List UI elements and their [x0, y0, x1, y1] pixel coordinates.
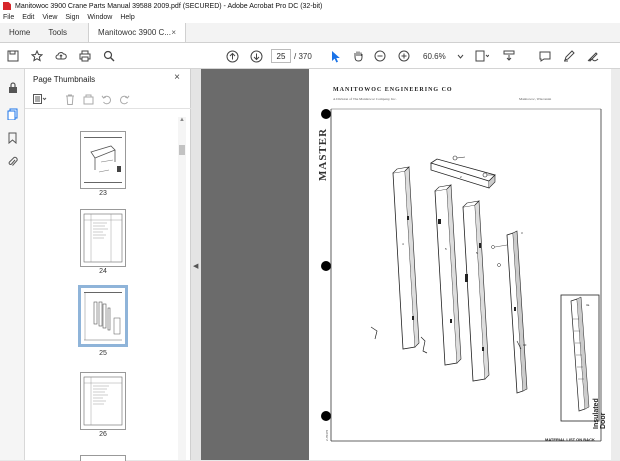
- scroll-thumb[interactable]: [179, 145, 185, 155]
- hand-tool-icon[interactable]: [352, 48, 364, 64]
- scroll-mode-icon[interactable]: [502, 48, 518, 64]
- menu-view[interactable]: View: [42, 14, 57, 21]
- page-count: / 370: [294, 51, 312, 61]
- side-title: Insulated Door: [593, 398, 607, 429]
- thumbnails-scrollbar[interactable]: ▲: [178, 117, 186, 460]
- bookmark-star-icon[interactable]: [30, 48, 44, 64]
- fit-page-icon[interactable]: [474, 48, 490, 64]
- panel-toolbar: [25, 89, 191, 109]
- page-thumbnail[interactable]: [80, 209, 126, 267]
- zoom-level[interactable]: 60.6%: [423, 49, 455, 63]
- zoom-out-icon[interactable]: [374, 48, 386, 64]
- svg-text:3: 3: [521, 231, 523, 235]
- acrobat-icon: [3, 2, 11, 10]
- zoom-in-icon[interactable]: [398, 48, 410, 64]
- panel-close-icon[interactable]: ×: [174, 72, 180, 83]
- scroll-up-arrow-icon[interactable]: ▲: [178, 117, 186, 125]
- thumbnail-label: 23: [99, 190, 107, 197]
- search-icon[interactable]: [102, 48, 116, 64]
- tab-bar: Home Tools Manitowoc 3900 C... ×: [0, 23, 620, 43]
- window-title: Manitowoc 3900 Crane Parts Manual 39588 …: [15, 2, 323, 10]
- comment-icon[interactable]: [538, 48, 552, 64]
- select-cursor-icon[interactable]: [330, 48, 342, 64]
- page-thumbnails-icon[interactable]: [6, 107, 19, 120]
- page-thumbnail-selected[interactable]: [78, 285, 128, 347]
- lock-icon[interactable]: [6, 81, 19, 94]
- collapse-panel-arrow-icon[interactable]: ◀: [193, 262, 198, 270]
- menu-edit[interactable]: Edit: [22, 14, 34, 21]
- svg-text:3a: 3a: [586, 303, 590, 307]
- panel-splitter[interactable]: ◀: [191, 69, 201, 460]
- viewer-scrollbar[interactable]: [611, 69, 620, 460]
- material-note: MATERIAL LIST ON BACK: [545, 437, 595, 442]
- thumbnail-label: 26: [99, 431, 107, 438]
- title-bar: Manitowoc 3900 Crane Parts Manual 39588 …: [0, 0, 620, 12]
- page-thumbnail[interactable]: [80, 131, 126, 189]
- highlight-pen-icon[interactable]: [562, 48, 576, 64]
- delete-page-icon[interactable]: [63, 92, 77, 106]
- left-navigation-rail: [0, 69, 25, 460]
- rotate-left-icon[interactable]: [99, 92, 113, 106]
- menu-file[interactable]: File: [3, 14, 14, 21]
- panel-title: Page Thumbnails: [33, 74, 96, 84]
- upload-cloud-icon[interactable]: [54, 48, 68, 64]
- tab-home[interactable]: Home: [0, 23, 39, 42]
- tab-tools[interactable]: Tools: [39, 23, 76, 42]
- exploded-door-diagram: 2 4 5 5 3 10 3a: [330, 108, 602, 442]
- drawing-code: Z-70476: [325, 429, 329, 441]
- page-thumbnail[interactable]: [80, 372, 126, 430]
- previous-page-icon[interactable]: [225, 48, 239, 64]
- page-thumbnail[interactable]: [80, 455, 126, 461]
- zoom-dropdown-icon[interactable]: [456, 48, 464, 64]
- attachments-icon[interactable]: [6, 155, 19, 168]
- svg-text:10: 10: [523, 343, 527, 347]
- sign-icon[interactable]: [586, 48, 600, 64]
- tab-close-icon[interactable]: ×: [171, 28, 176, 37]
- rotate-right-icon[interactable]: [117, 92, 131, 106]
- thumbnail-options-icon[interactable]: [33, 92, 47, 106]
- page-thumbnails-panel: Page Thumbnails × ▲ 23 24 25 26: [25, 69, 191, 461]
- menu-sign[interactable]: Sign: [65, 14, 79, 21]
- menu-help[interactable]: Help: [120, 14, 134, 21]
- page-number-input[interactable]: 25: [271, 49, 291, 63]
- tab-document[interactable]: Manitowoc 3900 C... ×: [88, 23, 187, 42]
- thumbnail-label: 24: [99, 268, 107, 275]
- tab-document-label: Manitowoc 3900 C...: [98, 28, 171, 37]
- save-icon[interactable]: [6, 48, 20, 64]
- menu-window[interactable]: Window: [87, 14, 112, 21]
- thumbnail-label: 25: [99, 350, 107, 357]
- print-icon[interactable]: [78, 48, 92, 64]
- bookmarks-icon[interactable]: [6, 131, 19, 144]
- next-page-icon[interactable]: [249, 48, 263, 64]
- insert-page-icon[interactable]: [81, 92, 95, 106]
- menu-bar: File Edit View Sign Window Help: [0, 12, 620, 23]
- pdf-page: MANITOWOC ENGINEERING CO A Division of T…: [309, 69, 611, 460]
